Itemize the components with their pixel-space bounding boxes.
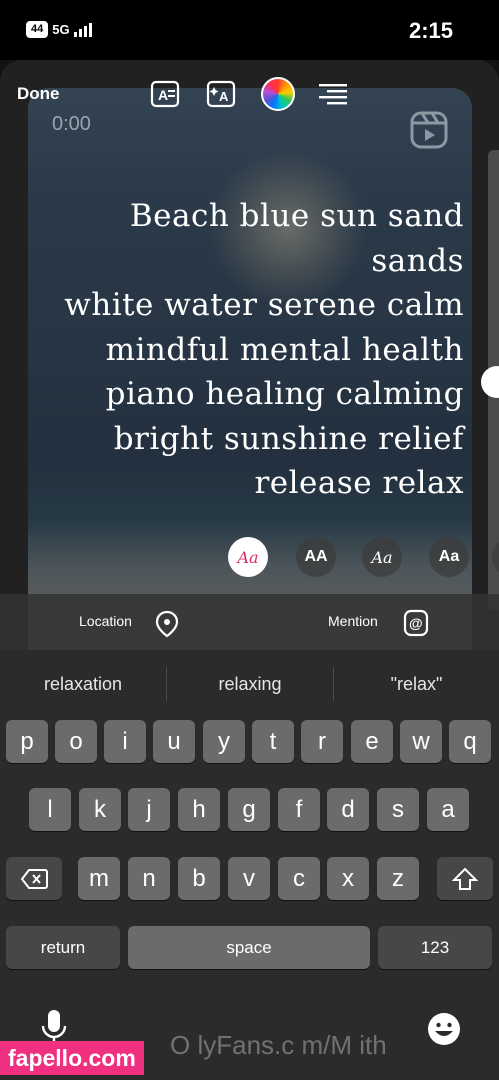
key-g[interactable]: g: [228, 788, 270, 831]
shift-icon: [452, 867, 478, 890]
reels-icon: [410, 111, 448, 154]
signal-indicators: 44 5G: [26, 21, 92, 38]
caption-line: mindful mental health: [105, 331, 464, 368]
key-u[interactable]: u: [153, 720, 195, 763]
suggestion-relaxation[interactable]: relaxation: [0, 660, 166, 708]
key-n[interactable]: n: [128, 857, 170, 900]
key-r[interactable]: r: [301, 720, 343, 763]
backspace-key[interactable]: [6, 857, 62, 900]
story-caption-text[interactable]: Beach blue sun sand sands white water se…: [34, 194, 464, 506]
caption-line: Beach blue sun sand sands: [129, 198, 464, 279]
key-l[interactable]: l: [29, 788, 71, 831]
key-h[interactable]: h: [178, 788, 220, 831]
caption-line: bright sunshine relief: [113, 420, 464, 457]
key-p[interactable]: p: [6, 720, 48, 763]
return-key[interactable]: return: [6, 926, 120, 969]
key-t[interactable]: t: [252, 720, 294, 763]
key-d[interactable]: d: [327, 788, 369, 831]
watermark-text: O lyFans.c m/M ith: [170, 1030, 387, 1060]
caption-line: piano healing calming: [105, 376, 464, 412]
font-style-option-selected[interactable]: Aa: [228, 537, 268, 577]
battery-icon: 44: [26, 21, 49, 38]
network-label: 5G: [52, 22, 70, 37]
status-bar: 44 5G 2:15: [0, 0, 499, 60]
key-a[interactable]: a: [427, 788, 469, 831]
location-pin-icon[interactable]: [154, 610, 180, 643]
svg-text:@: @: [409, 615, 423, 631]
location-button[interactable]: Location: [79, 606, 149, 636]
color-picker-button[interactable]: [261, 77, 295, 111]
text-align-button[interactable]: A: [149, 79, 181, 109]
font-style-option-classic[interactable]: Aa: [429, 537, 469, 577]
key-e[interactable]: e: [351, 720, 393, 763]
svg-text:A: A: [158, 87, 168, 103]
key-j[interactable]: j: [128, 788, 170, 831]
caption-line: white water serene calm: [64, 287, 464, 323]
text-alignment-menu-button[interactable]: [317, 79, 349, 109]
shift-key[interactable]: [437, 857, 493, 900]
align-icon: A: [150, 80, 180, 108]
key-f[interactable]: f: [278, 788, 320, 831]
mention-icon[interactable]: @: [403, 609, 429, 642]
numbers-key[interactable]: 123: [378, 926, 492, 969]
text-effects-button[interactable]: A: [205, 79, 237, 109]
font-style-option-script[interactable]: Aa: [362, 537, 402, 577]
key-b[interactable]: b: [178, 857, 220, 900]
suggestion-relaxing[interactable]: relaxing: [167, 660, 333, 708]
menu-lines-icon: [319, 84, 347, 105]
key-o[interactable]: o: [55, 720, 97, 763]
key-m[interactable]: m: [78, 857, 120, 900]
timer-label: 0:00: [52, 113, 91, 135]
key-z[interactable]: z: [377, 857, 419, 900]
key-v[interactable]: v: [228, 857, 270, 900]
key-k[interactable]: k: [79, 788, 121, 831]
key-q[interactable]: q: [449, 720, 491, 763]
done-button[interactable]: Done: [17, 84, 60, 104]
svg-text:A: A: [219, 89, 229, 104]
caption-line: release relax: [254, 465, 464, 501]
clock: 2:15: [408, 18, 453, 43]
emoji-icon[interactable]: [426, 1011, 462, 1052]
key-x[interactable]: x: [327, 857, 369, 900]
space-key[interactable]: space: [128, 926, 370, 969]
signal-bars-icon: [73, 22, 92, 37]
key-c[interactable]: c: [278, 857, 320, 900]
key-y[interactable]: y: [203, 720, 245, 763]
watermark-badge: fapello.com: [0, 1041, 144, 1075]
mention-button[interactable]: Mention: [328, 606, 398, 636]
backspace-icon: [20, 868, 48, 889]
font-style-option-strong[interactable]: AA: [296, 537, 336, 577]
key-s[interactable]: s: [377, 788, 419, 831]
suggestion-relax[interactable]: "relax": [334, 660, 499, 708]
sparkle-text-icon: A: [206, 80, 236, 108]
key-i[interactable]: i: [104, 720, 146, 763]
key-w[interactable]: w: [400, 720, 442, 763]
